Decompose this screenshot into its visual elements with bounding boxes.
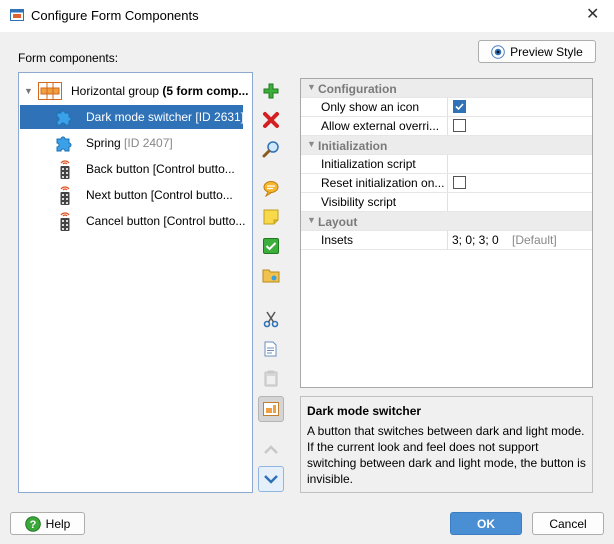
add-button[interactable]	[258, 78, 284, 104]
tree-expand-icon[interactable]: ▼	[24, 79, 33, 103]
note-button[interactable]	[258, 204, 284, 230]
comment-button[interactable]	[258, 175, 284, 201]
property-value[interactable]	[447, 193, 592, 211]
eye-icon	[491, 44, 505, 59]
form-components-tree[interactable]: ▼ Horizontal group (5 form comp... Dark …	[18, 72, 253, 493]
tree-group-row[interactable]: ▼ Horizontal group (5 form comp...	[19, 79, 252, 103]
copy-icon	[264, 341, 277, 357]
plus-icon	[263, 83, 279, 99]
property-visibility-script: Visibility script	[301, 193, 592, 212]
allow-external-override-checkbox[interactable]	[453, 119, 466, 132]
description-text: A button that switches between dark and …	[307, 424, 586, 486]
reset-initialization-checkbox[interactable]	[453, 176, 466, 189]
preview-style-button[interactable]: Preview Style	[478, 40, 596, 63]
tree-item-back-button[interactable]: Back button [Control butto...	[19, 157, 252, 181]
preview-style-label: Preview Style	[510, 44, 583, 59]
puzzle-icon	[56, 110, 72, 126]
folder-icon	[262, 269, 280, 283]
tree-item-next-button[interactable]: Next button [Control butto...	[19, 183, 252, 207]
magnifier-icon	[262, 141, 279, 158]
collapse-arrow-icon[interactable]: ▼	[307, 139, 316, 149]
only-show-icon-checkbox[interactable]	[453, 100, 466, 113]
chevron-up-icon	[264, 445, 278, 454]
remote-control-icon	[60, 160, 70, 179]
description-panel: Dark mode switcher A button that switche…	[300, 396, 593, 493]
search-button[interactable]	[258, 136, 284, 162]
layout-preview-button[interactable]	[258, 396, 284, 422]
insets-default-hint: [Default]	[512, 233, 557, 247]
category-layout[interactable]: ▼ Layout	[301, 212, 592, 231]
property-value[interactable]	[447, 98, 592, 116]
horizontal-group-icon	[38, 82, 62, 100]
layout-icon	[263, 402, 279, 416]
property-value[interactable]	[447, 174, 592, 192]
speech-bubble-icon	[263, 181, 279, 197]
folder-button[interactable]	[258, 262, 284, 288]
property-initialization-script: Initialization script	[301, 155, 592, 174]
tree-item-cancel-button[interactable]: Cancel button [Control butto...	[19, 209, 252, 233]
collapse-arrow-icon[interactable]: ▼	[307, 82, 316, 92]
check-button[interactable]	[258, 233, 284, 259]
category-initialization[interactable]: ▼ Initialization	[301, 136, 592, 155]
category-configuration[interactable]: ▼ Configuration	[301, 79, 592, 98]
svg-text:?: ?	[29, 519, 36, 531]
tree-item-spring[interactable]: Spring [ID 2407]	[19, 131, 252, 155]
remote-control-icon	[60, 186, 70, 205]
scissors-icon	[263, 311, 279, 328]
property-insets: Insets 3; 0; 3; 0 [Default]	[301, 231, 592, 250]
title-bar: Configure Form Components ✕	[0, 0, 614, 32]
help-button[interactable]: ? Help	[10, 512, 85, 535]
remote-control-icon	[60, 212, 70, 231]
delete-x-icon	[263, 112, 279, 128]
tree-item-label: Dark mode switcher [ID 2631]	[86, 110, 245, 124]
move-up-button[interactable]	[258, 437, 284, 463]
tree-item-label: Spring [ID 2407]	[86, 136, 173, 150]
description-title: Dark mode switcher	[307, 404, 422, 418]
puzzle-icon	[56, 136, 72, 152]
tree-item-label: Cancel button [Control butto...	[86, 214, 246, 228]
copy-button[interactable]	[258, 336, 284, 362]
property-sheet: ▼ Configuration Only show an icon Allow …	[300, 78, 593, 388]
property-reset-initialization: Reset initialization on...	[301, 174, 592, 193]
app-window-icon	[10, 9, 24, 21]
clipboard-icon	[264, 370, 278, 387]
chevron-down-icon	[264, 475, 278, 484]
property-value[interactable]	[447, 117, 592, 135]
sticky-note-icon	[263, 209, 279, 225]
window-title: Configure Form Components	[31, 8, 199, 23]
checkmark-icon	[263, 238, 279, 254]
checkmark-icon	[455, 103, 464, 111]
property-allow-external-override: Allow external overri...	[301, 117, 592, 136]
paste-button[interactable]	[258, 365, 284, 391]
insets-value: 3; 0; 3; 0	[452, 233, 499, 247]
cut-button[interactable]	[258, 306, 284, 332]
close-icon[interactable]: ✕	[586, 6, 599, 24]
tree-group-label: Horizontal group (5 form comp...	[71, 84, 249, 98]
tree-item-label: Back button [Control butto...	[86, 162, 235, 176]
cancel-button[interactable]: Cancel	[532, 512, 604, 535]
tree-item-label: Next button [Control butto...	[86, 188, 233, 202]
delete-button[interactable]	[258, 107, 284, 133]
ok-button[interactable]: OK	[450, 512, 522, 535]
tree-item-dark-mode-switcher[interactable]: Dark mode switcher [ID 2631]	[20, 105, 245, 129]
move-down-button[interactable]	[258, 466, 284, 492]
help-label: Help	[45, 516, 71, 531]
form-components-label: Form components:	[18, 51, 119, 65]
property-value[interactable]	[447, 155, 592, 173]
collapse-arrow-icon[interactable]: ▼	[307, 215, 316, 225]
property-value[interactable]: 3; 0; 3; 0 [Default]	[447, 231, 592, 249]
property-only-show-an-icon: Only show an icon	[301, 98, 592, 117]
help-icon: ?	[24, 515, 41, 532]
